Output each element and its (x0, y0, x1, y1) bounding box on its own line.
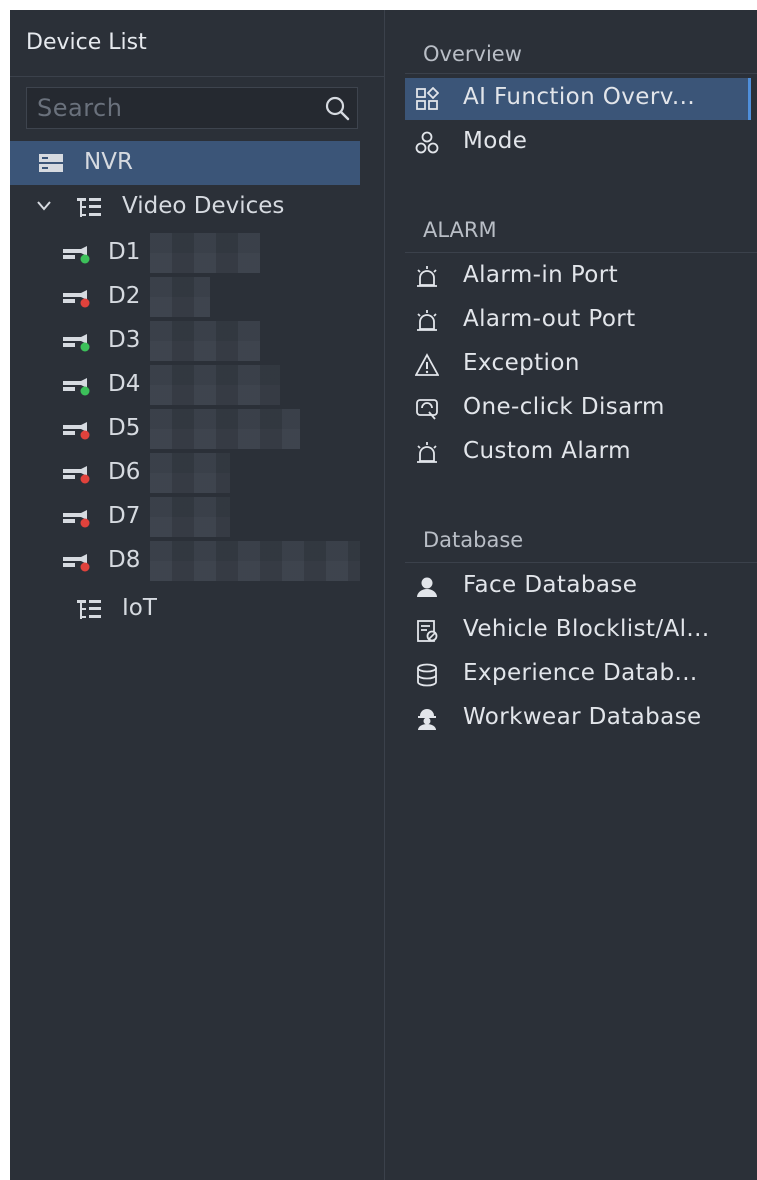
device-label: D1 (108, 239, 141, 265)
section-title-overview: Overview (423, 42, 522, 66)
device-label: D5 (108, 415, 141, 441)
obscured-device-name (150, 321, 260, 361)
device-label: D4 (108, 371, 141, 397)
menu-item-ai-function-overview[interactable]: AI Function Overv... (405, 78, 751, 120)
tree-structure-icon (77, 198, 101, 217)
device-list-panel: Device List Search NVR Video Devices D1 … (10, 10, 385, 1180)
grid-icon (416, 87, 439, 110)
tree-item-device[interactable]: D7 (10, 495, 384, 539)
device-label: D2 (108, 283, 141, 309)
menu-item-label: Face Database (463, 572, 638, 598)
menu-item-exception[interactable]: Exception (405, 344, 751, 386)
device-label: D7 (108, 503, 141, 529)
app-window: Device List Search NVR Video Devices D1 … (10, 10, 757, 1180)
tree-item-device[interactable]: D3 (10, 319, 384, 363)
tree-item-video-devices[interactable]: Video Devices (10, 185, 384, 229)
tree-structure-icon (77, 600, 101, 619)
menu-item-custom-alarm[interactable]: Custom Alarm (405, 432, 751, 474)
divider (405, 562, 757, 563)
disarm-icon (416, 399, 438, 420)
tree-item-label: NVR (84, 149, 133, 175)
alarm-out-icon (417, 310, 437, 331)
camera-icon (63, 510, 90, 528)
tree-item-label: IoT (122, 595, 157, 621)
menu-item-face-database[interactable]: Face Database (405, 566, 751, 608)
tree-item-device[interactable]: D4 (10, 363, 384, 407)
vehicle-list-icon (417, 620, 438, 642)
menu-item-mode[interactable]: Mode (405, 122, 751, 164)
menu-item-one-click-disarm[interactable]: One-click Disarm (405, 388, 751, 430)
obscured-device-name (150, 497, 230, 537)
menu-item-label: AI Function Overv... (463, 84, 696, 110)
camera-icon (63, 246, 90, 264)
tree-item-iot[interactable]: IoT (10, 587, 384, 631)
worker-icon (418, 709, 436, 730)
device-label: D3 (108, 327, 141, 353)
menu-item-label: Exception (463, 350, 580, 376)
search-placeholder: Search (37, 94, 123, 122)
tree-item-device[interactable]: D8 (10, 539, 384, 583)
search-icon[interactable] (323, 94, 351, 122)
tree-item-nvr[interactable]: NVR (10, 141, 360, 185)
function-menu-panel: Overview AI Function Overv... Mode ALARM (385, 10, 757, 1180)
menu-item-alarm-in-port[interactable]: Alarm-in Port (405, 256, 751, 298)
device-label: D6 (108, 459, 141, 485)
menu-item-workwear-database[interactable]: Workwear Database (405, 698, 751, 740)
section-title-alarm: ALARM (423, 218, 497, 242)
tree-item-device[interactable]: D5 (10, 407, 384, 451)
obscured-device-name (150, 453, 230, 493)
server-icon (39, 154, 63, 172)
divider (405, 73, 757, 74)
camera-icon (63, 554, 90, 572)
database-icon (417, 663, 437, 687)
tree-item-label: Video Devices (122, 193, 285, 219)
menu-item-experience-database[interactable]: Experience Datab... (405, 654, 751, 696)
divider (405, 252, 757, 253)
menu-item-label: Alarm-in Port (463, 262, 619, 288)
device-label: D8 (108, 547, 141, 573)
menu-item-alarm-out-port[interactable]: Alarm-out Port (405, 300, 751, 342)
camera-icon (63, 422, 90, 440)
menu-item-label: Custom Alarm (463, 438, 631, 464)
camera-icon (63, 466, 90, 484)
menu-item-label: Experience Datab... (463, 660, 698, 686)
chevron-down-icon[interactable] (36, 199, 52, 213)
custom-alarm-icon (417, 442, 437, 463)
alarm-in-icon (417, 266, 437, 287)
tree-item-device[interactable]: D6 (10, 451, 384, 495)
camera-icon (63, 290, 90, 308)
obscured-device-name (150, 233, 260, 273)
section-title-database: Database (423, 528, 524, 552)
obscured-device-name (150, 277, 210, 317)
mode-icon (415, 131, 439, 154)
obscured-device-name (150, 541, 360, 581)
menu-item-label: Workwear Database (463, 704, 702, 730)
tree-item-device[interactable]: D1 (10, 231, 384, 275)
menu-item-label: Vehicle Blocklist/Al... (463, 616, 710, 642)
menu-item-label: One-click Disarm (463, 394, 665, 420)
obscured-device-name (150, 365, 280, 405)
device-list-title: Device List (26, 30, 147, 55)
camera-icon (63, 378, 90, 396)
menu-item-label: Alarm-out Port (463, 306, 636, 332)
person-icon (417, 577, 437, 597)
menu-item-vehicle-blocklist[interactable]: Vehicle Blocklist/Al... (405, 610, 751, 652)
tree-item-device[interactable]: D2 (10, 275, 384, 319)
search-input[interactable]: Search (26, 87, 358, 129)
warning-icon (415, 353, 439, 376)
obscured-device-name (150, 409, 300, 449)
camera-icon (63, 334, 90, 352)
divider (10, 76, 384, 77)
menu-item-label: Mode (463, 128, 528, 154)
